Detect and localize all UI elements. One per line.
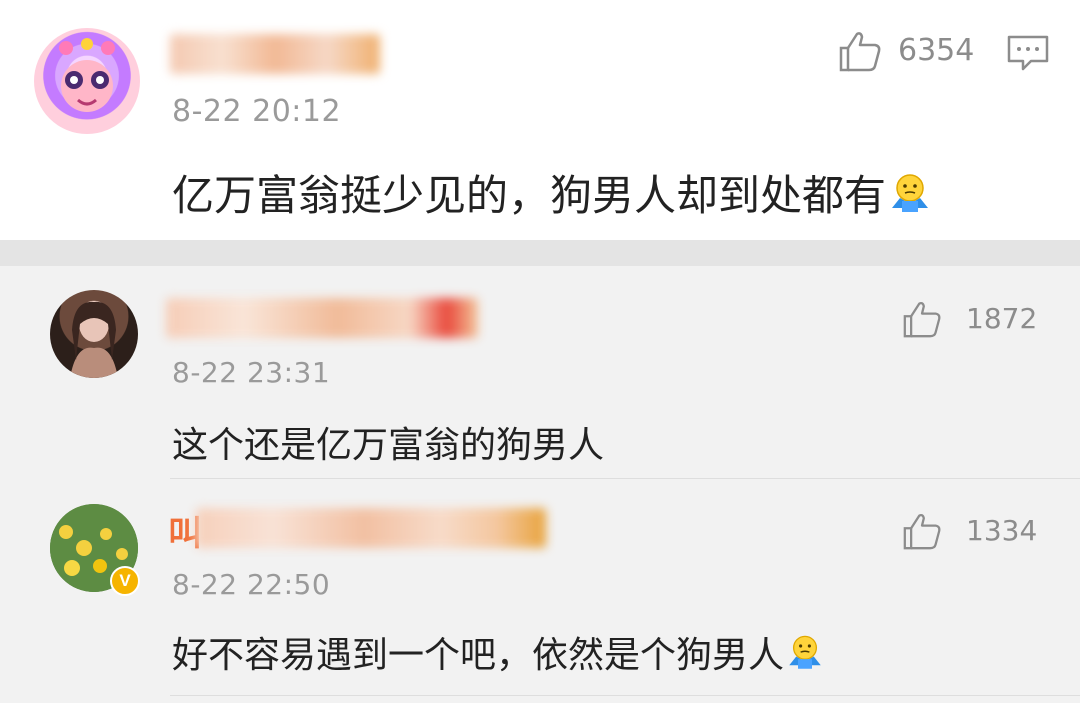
section-divider	[0, 240, 1080, 266]
reply-comment: 8-22 23:31 这个还是亿万富翁的狗男人 1872	[0, 266, 1080, 480]
comment-text: 好不容易遇到一个吧，依然是个狗男人	[172, 626, 826, 683]
user-avatar[interactable]	[34, 28, 140, 134]
comment-text-body: 好不容易遇到一个吧，依然是个狗男人	[172, 635, 785, 676]
shrug-emoji-icon	[784, 632, 826, 683]
like-count: 1334	[966, 514, 1038, 547]
reply-separator	[170, 478, 1080, 479]
user-avatar[interactable]	[50, 290, 138, 378]
like-count: 6354	[898, 33, 975, 68]
username-blurred[interactable]	[196, 508, 546, 548]
comment-reply-icon[interactable]	[1006, 34, 1050, 76]
shrug-emoji-icon	[886, 170, 934, 228]
main-comment: 8-22 20:12 亿万富翁挺少见的，狗男人却到处都有 6354	[0, 0, 1080, 240]
avatar-illustration	[70, 301, 118, 378]
comment-text: 这个还是亿万富翁的狗男人	[172, 425, 605, 466]
thumbs-up-icon[interactable]	[902, 512, 942, 554]
like-count: 1872	[966, 302, 1038, 335]
comment-text-body: 亿万富翁挺少见的，狗男人却到处都有	[172, 171, 887, 220]
comment-timestamp: 8-22 22:50	[172, 568, 331, 601]
comment-timestamp: 8-22 23:31	[172, 356, 331, 389]
avatar-illustration	[59, 38, 115, 112]
thumbs-up-icon[interactable]	[902, 300, 942, 342]
comment-text: 亿万富翁挺少见的，狗男人却到处都有	[172, 162, 934, 228]
username-blurred[interactable]	[166, 298, 478, 338]
thumbs-up-icon[interactable]	[838, 30, 882, 76]
verified-badge: V	[110, 566, 140, 596]
reply-comment: V 叫 8-22 22:50 好不容易遇到一个吧，依然是个狗男人 1334	[0, 480, 1080, 703]
username-blurred[interactable]	[170, 34, 380, 74]
reply-separator	[170, 695, 1080, 696]
comment-timestamp: 8-22 20:12	[172, 94, 342, 129]
